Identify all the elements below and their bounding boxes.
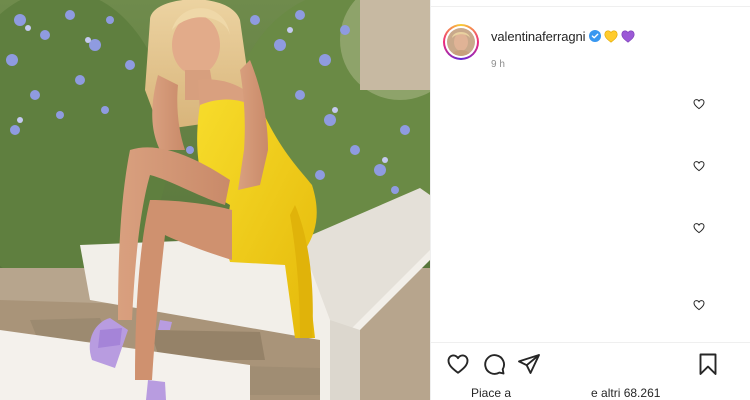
username-link[interactable]: valentinaferragni — [491, 29, 586, 44]
purple-heart-emoji-icon — [621, 29, 635, 43]
post-timestamp[interactable]: 9 h — [491, 59, 505, 70]
comment-like-heart-icon[interactable] — [693, 299, 705, 311]
avatar[interactable] — [443, 24, 479, 60]
comment-like-heart-icon[interactable] — [693, 222, 705, 234]
likes-prefix-text: Piace a — [471, 386, 512, 400]
like-heart-icon[interactable] — [446, 352, 470, 376]
likes-count-text[interactable]: e altri 68.261 — [591, 386, 660, 400]
yellow-heart-emoji-icon — [604, 29, 618, 43]
comment-like-heart-icon[interactable] — [693, 160, 705, 172]
post-photo[interactable] — [0, 0, 430, 400]
post-header: valentinaferragni 9 h — [443, 24, 635, 70]
actions-divider — [431, 342, 750, 343]
paper-plane-icon[interactable] — [517, 352, 541, 376]
verified-badge-icon — [589, 30, 602, 42]
post-side-panel: valentinaferragni 9 h Piace a e altri 68… — [430, 0, 750, 400]
panel-top-border — [431, 6, 750, 7]
post-author-info: valentinaferragni — [491, 28, 635, 44]
comment-bubble-icon[interactable] — [482, 352, 506, 376]
likes-summary[interactable]: Piace a e altri 68.261 — [471, 386, 660, 400]
comment-like-heart-icon[interactable] — [693, 98, 705, 110]
bookmark-icon[interactable] — [696, 352, 720, 376]
